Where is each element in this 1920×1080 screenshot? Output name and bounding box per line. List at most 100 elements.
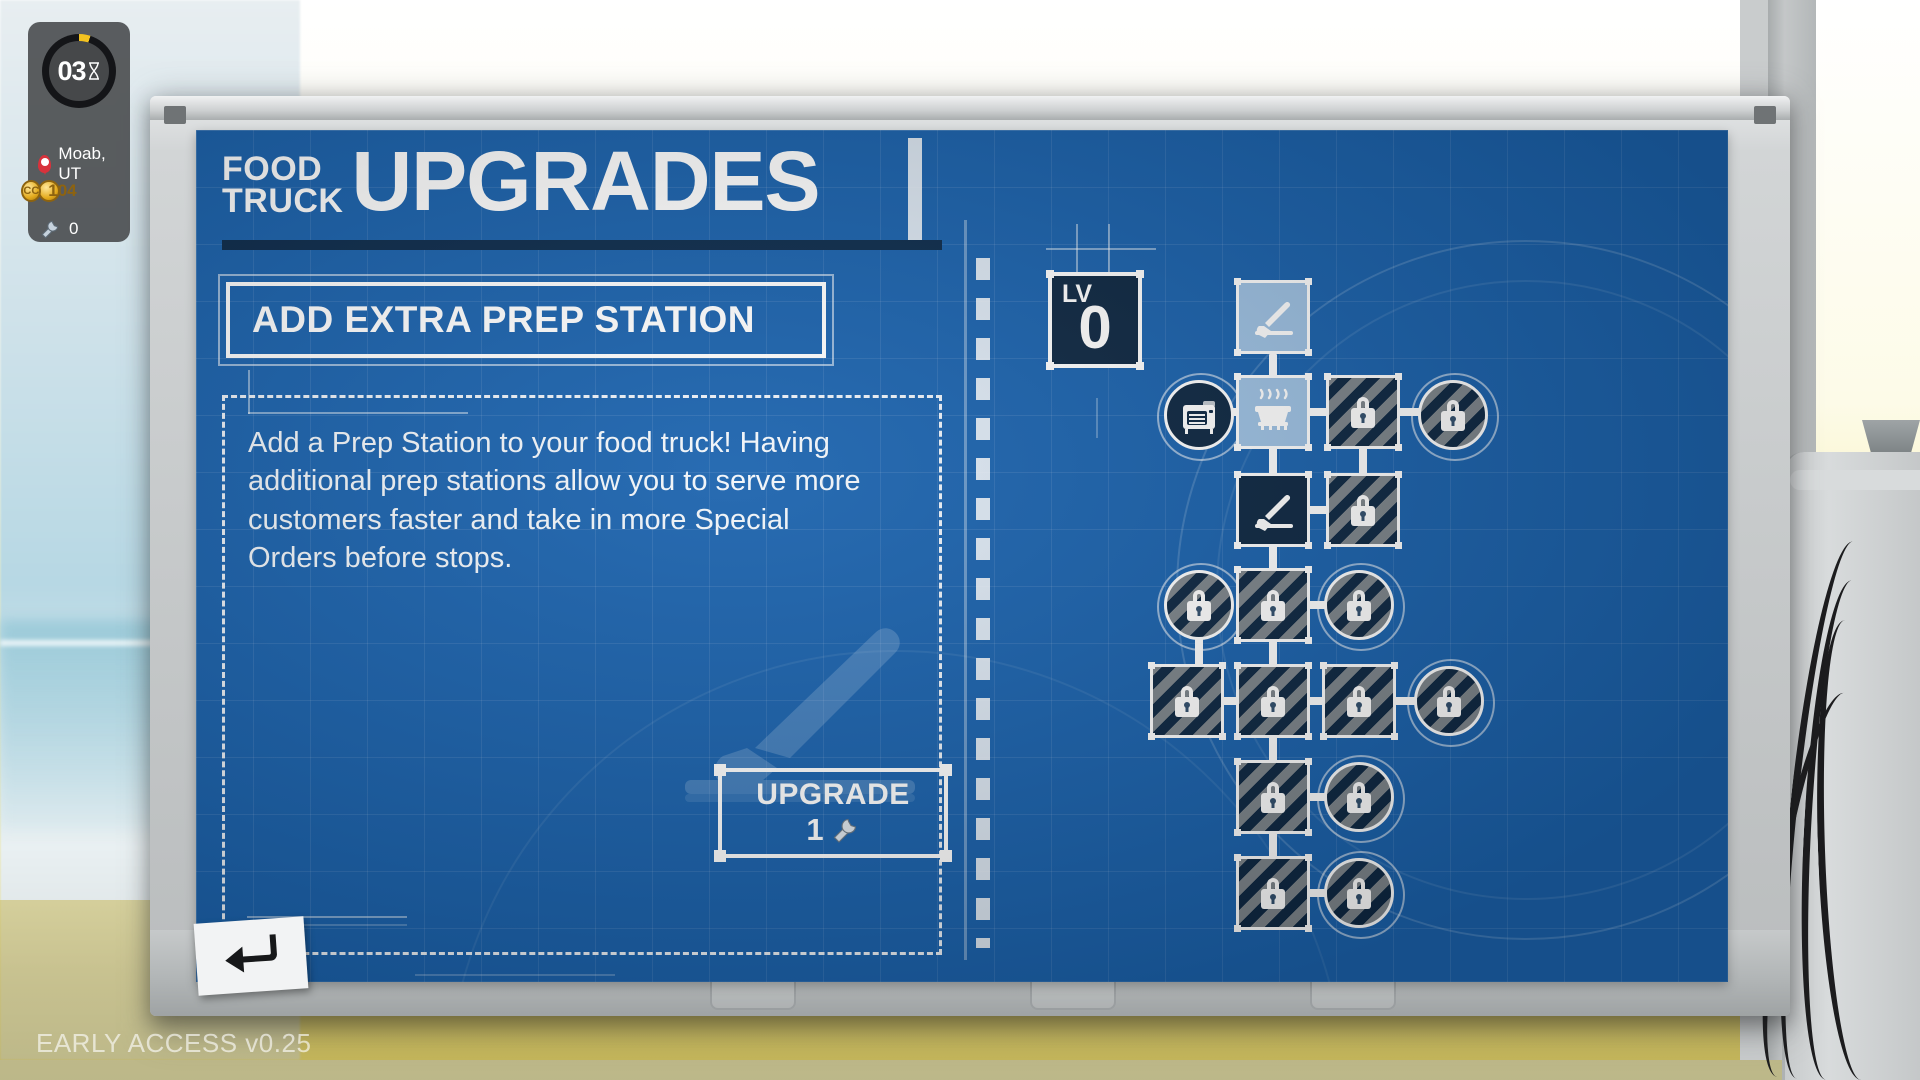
page-title: FOOD TRUCK UPGRADES (222, 134, 821, 228)
corner-mark (1234, 278, 1241, 285)
lock-icon (1347, 878, 1371, 909)
corner-mark (1305, 566, 1312, 573)
cleaver-prep-station[interactable] (1234, 278, 1312, 356)
corner-mark (1234, 471, 1241, 478)
node-frame (1326, 473, 1400, 547)
grill-upgrade[interactable] (1224, 363, 1322, 461)
wrench-icon (833, 818, 856, 843)
title-line-1: FOOD (222, 149, 323, 188)
hud-tools-value: 0 (69, 219, 79, 238)
cleaver-icon (1255, 301, 1293, 338)
corner-mark (1305, 829, 1312, 836)
corner-mark (1305, 662, 1312, 669)
locked-upgrade[interactable] (1234, 758, 1312, 836)
locked-upgrade[interactable] (1148, 662, 1226, 740)
lock-icon (1347, 590, 1371, 621)
corner-mark (1234, 829, 1241, 836)
corner-mark (1234, 444, 1241, 451)
hud-tools-row: 0 (38, 218, 78, 240)
locked-upgrade[interactable] (1411, 373, 1499, 461)
corner-mark (714, 850, 726, 862)
oven-upgrade[interactable] (1157, 373, 1245, 461)
node-frame (1150, 664, 1224, 738)
node-frame (1164, 380, 1234, 450)
corner-mark (1305, 373, 1312, 380)
day-ring-inner: 03 (49, 41, 109, 101)
lock-icon (1175, 686, 1199, 717)
panel-divider-line (964, 220, 967, 960)
day-progress-ring: 03 (42, 34, 116, 108)
locked-upgrade[interactable] (1234, 566, 1312, 644)
description-text: Add a Prep Station to your food truck! H… (248, 427, 861, 574)
locked-upgrade[interactable] (1407, 659, 1495, 747)
node-frame (1236, 473, 1310, 547)
hud-location-row: Moab, UT (38, 144, 130, 184)
corner-mark (1395, 542, 1402, 549)
locked-upgrade[interactable] (1324, 373, 1402, 451)
node-frame (1236, 375, 1310, 449)
corner-mark (1234, 542, 1241, 549)
node-frame (1418, 380, 1488, 450)
corner-mark (1234, 349, 1241, 356)
locked-upgrade[interactable] (1320, 662, 1398, 740)
lock-icon (1441, 400, 1465, 431)
coin-icon: CC (21, 180, 42, 202)
upgrade-button[interactable]: UPGRADE 1 (714, 764, 952, 862)
wrench-icon (41, 220, 59, 239)
locked-upgrade[interactable] (1317, 851, 1405, 939)
cabinet-lip (1790, 470, 1920, 490)
corner-mark (1395, 444, 1402, 451)
day-counter: 03 (57, 55, 86, 86)
locked-upgrade[interactable] (1157, 563, 1245, 651)
guide-line (415, 974, 615, 976)
corner-mark (1234, 854, 1241, 861)
corner-mark (1305, 758, 1312, 765)
player-hud: 03 Moab, UT CC 104 0 (21, 22, 130, 242)
corner-mark (1305, 471, 1312, 478)
corner-mark (1305, 637, 1312, 644)
back-button[interactable] (193, 916, 309, 996)
node-frame (1322, 664, 1396, 738)
lock-icon (1347, 686, 1371, 717)
upgrade-tree (1076, 170, 1716, 950)
locked-upgrade[interactable] (1317, 563, 1405, 651)
corner-mark (940, 850, 952, 862)
corner-mark (1148, 662, 1155, 669)
upgrade-button-cost: 1 (722, 812, 944, 848)
locked-upgrade[interactable] (1234, 854, 1312, 932)
locked-upgrade[interactable] (1234, 662, 1312, 740)
locked-upgrade[interactable] (1324, 471, 1402, 549)
cleaver-prep-station-2[interactable] (1224, 461, 1322, 559)
corner-mark (1305, 925, 1312, 932)
cleaver-icon (1255, 494, 1293, 531)
corner-mark (1234, 733, 1241, 740)
lock-icon (1261, 686, 1285, 717)
blueprint-panel: FOOD TRUCK UPGRADES ADD EXTRA PREP STATI… (196, 130, 1728, 982)
enter-back-arrow-icon (225, 934, 277, 973)
node-frame (1236, 280, 1310, 354)
page-title-main: UPGRADES (351, 134, 820, 228)
map-pin-icon (38, 155, 52, 173)
corner-mark (1234, 925, 1241, 932)
corner-mark (1234, 373, 1241, 380)
locked-upgrade[interactable] (1317, 755, 1405, 843)
corner-mark (1320, 662, 1327, 669)
title-line-2: TRUCK (222, 181, 344, 220)
corner-mark (1305, 542, 1312, 549)
whiteboard-top-rail (150, 96, 1790, 124)
title-end-cap (908, 138, 922, 244)
node-frame (1324, 762, 1394, 832)
corner-mark (1305, 349, 1312, 356)
corner-mark (1324, 373, 1331, 380)
node-frame (1164, 570, 1234, 640)
upgrade-name-plate: ADD EXTRA PREP STATION (226, 282, 826, 358)
node-frame (1414, 666, 1484, 736)
lock-icon (1187, 590, 1211, 621)
rail-clip-right (1754, 106, 1776, 124)
corner-mark (1324, 471, 1331, 478)
corner-mark (1219, 662, 1226, 669)
lock-icon (1351, 495, 1375, 526)
bowl-prop (1862, 420, 1920, 454)
corner-mark (1324, 444, 1331, 451)
lock-icon (1261, 878, 1285, 909)
